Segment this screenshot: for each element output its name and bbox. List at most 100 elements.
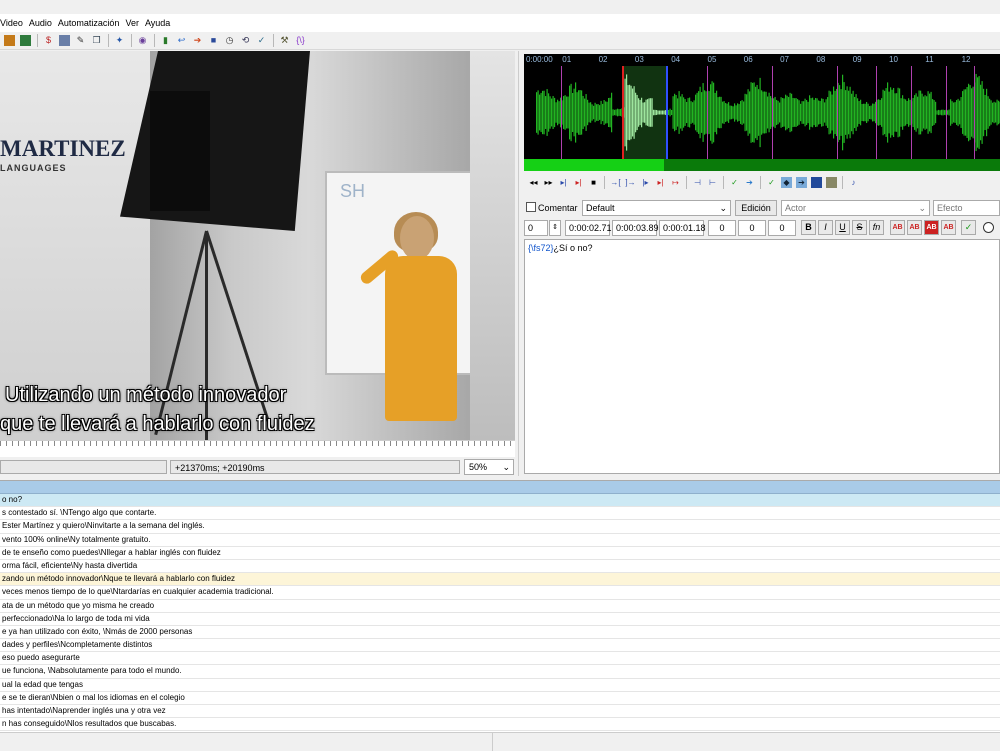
table-row[interactable]: has intentado\Naprender inglés una y otr… (0, 705, 1000, 718)
spectrum-icon[interactable] (811, 177, 822, 188)
waveform-bar (953, 102, 954, 122)
subtitle-text-editor[interactable]: {\fs72}¿Sí o no? (524, 239, 1000, 474)
table-row[interactable]: ue funciona, \Nabsolutamente para todo e… (0, 665, 1000, 678)
waveform-bar (856, 94, 857, 131)
menu-ayuda[interactable]: Ayuda (145, 18, 176, 28)
shuffle-icon[interactable]: ⟲ (240, 35, 251, 46)
dollar-icon[interactable]: $ (43, 35, 54, 46)
effect-field[interactable]: Efecto (933, 200, 1000, 216)
menu-automatizacion[interactable]: Automatización (58, 18, 126, 28)
margin-right-field[interactable]: 0 (738, 220, 766, 236)
video-zoom-select[interactable]: 50%⌄ (464, 459, 514, 475)
waveform-bar (976, 74, 977, 151)
play-to-end-icon[interactable]: ↦ (670, 177, 681, 188)
table-row[interactable]: eso puedo asegurarte (0, 652, 1000, 665)
audio-scrollbar-thumb[interactable] (524, 159, 664, 171)
pencil-icon[interactable]: ✎ (75, 35, 86, 46)
copy-icon[interactable]: ❐ (91, 35, 102, 46)
stop-icon[interactable]: ■ (588, 177, 599, 188)
film-strip-icon[interactable] (20, 35, 31, 46)
menu-ver[interactable]: Ver (125, 18, 145, 28)
selection-start-line[interactable] (622, 66, 624, 159)
waveform-bar (548, 93, 549, 131)
audio-scrollbar[interactable] (524, 159, 1000, 171)
calculator-icon[interactable] (59, 35, 70, 46)
table-row[interactable]: ata de un método que yo misma he creado (0, 600, 1000, 613)
table-row[interactable]: perfeccionado\Na lo largo de toda mi vid… (0, 613, 1000, 626)
play-end-icon[interactable]: ▸| (655, 177, 666, 188)
pane-divider[interactable] (518, 51, 522, 476)
primary-color-button[interactable]: AB (890, 220, 905, 235)
shadow-color-button[interactable]: AB (941, 220, 956, 235)
video-tripod-leg (205, 231, 208, 440)
circle-icon[interactable]: ◉ (137, 35, 148, 46)
start-time-field[interactable]: 0:00:02.71 (565, 220, 610, 236)
play-line-icon[interactable]: ▸| (573, 177, 584, 188)
menu-audio[interactable]: Audio (29, 18, 58, 28)
table-row[interactable]: vento 100% online\Ny totalmente gratuito… (0, 534, 1000, 547)
table-row[interactable]: ual la edad que tengas (0, 679, 1000, 692)
table-row[interactable]: Ester Martínez y quiero\Ninvitarte a la … (0, 520, 1000, 533)
arrow-left-icon[interactable]: ↩ (176, 35, 187, 46)
waveform-bar (893, 88, 894, 137)
play-begin-icon[interactable]: |▸ (640, 177, 651, 188)
lead-in-icon[interactable]: ⊣ (692, 177, 703, 188)
font-button[interactable]: fn (869, 220, 884, 235)
strikeout-button[interactable]: S (852, 220, 867, 235)
video-sync-icon[interactable] (826, 177, 837, 188)
wand-icon[interactable]: ✦ (114, 35, 125, 46)
commit-icon[interactable]: ✓ (961, 220, 976, 235)
table-row[interactable]: n has conseguido\Nlos resultados que bus… (0, 718, 1000, 731)
video-seek-bar[interactable] (0, 440, 515, 457)
play-selection-icon[interactable]: ▸| (558, 177, 569, 188)
table-row[interactable]: dades y perfiles\Ncompletamente distinto… (0, 639, 1000, 652)
video-display[interactable]: MARTINEZ LANGUAGES SH Utilizando un méto… (0, 51, 515, 440)
commit-icon[interactable]: ✓ (729, 177, 740, 188)
arrow-right-icon[interactable]: ➔ (192, 35, 203, 46)
time-radio[interactable] (983, 222, 994, 233)
menu-video[interactable]: Video (0, 18, 29, 28)
table-row[interactable]: o no? (0, 494, 1000, 507)
hammer-icon[interactable]: ⚒ (279, 35, 290, 46)
check-list-icon[interactable]: ✓ (256, 35, 267, 46)
audio-waveform-display[interactable]: 0:00:00010203040506070809101112 (524, 54, 1000, 171)
fit-icon[interactable]: ▮ (160, 35, 171, 46)
italic-button[interactable]: I (818, 220, 833, 235)
end-time-field[interactable]: 0:00:03.89 (612, 220, 657, 236)
auto-scroll-icon[interactable]: ◆ (781, 177, 792, 188)
layer-spinner[interactable]: ⇕ (549, 220, 561, 236)
table-row[interactable]: de te enseño como puedes\Nllegar a habla… (0, 547, 1000, 560)
auto-next-icon[interactable]: ➔ (796, 177, 807, 188)
margin-left-field[interactable]: 0 (708, 220, 736, 236)
auto-commit-icon[interactable]: ✓ (766, 177, 777, 188)
table-row[interactable]: e ya han utilizado con éxito, \Nmás de 2… (0, 626, 1000, 639)
bold-button[interactable]: B (801, 220, 816, 235)
layer-field[interactable]: 0 (524, 220, 548, 236)
film-icon[interactable] (4, 35, 15, 46)
underline-button[interactable]: U (835, 220, 850, 235)
edit-style-button[interactable]: Edición (735, 200, 777, 216)
karaoke-icon[interactable]: ♪ (848, 177, 859, 188)
actor-select[interactable]: Actor⌄ (781, 200, 930, 216)
play-before-icon[interactable]: →[ (610, 177, 621, 188)
table-row[interactable]: veces menos tiempo de lo que\Ntardarías … (0, 586, 1000, 599)
play-prev-icon[interactable]: ◂◂ (528, 177, 539, 188)
play-after-icon[interactable]: ]→ (625, 177, 636, 188)
outline-color-button[interactable]: AB (924, 220, 939, 235)
duration-field[interactable]: 0:00:01.18 (659, 220, 704, 236)
brace-icon[interactable]: {\} (295, 35, 306, 46)
secondary-color-button[interactable]: AB (907, 220, 922, 235)
selection-end-line[interactable] (666, 66, 668, 159)
margin-vertical-field[interactable]: 0 (768, 220, 796, 236)
table-row[interactable]: e se te dieran\Nbien o mal los idiomas e… (0, 692, 1000, 705)
lead-out-icon[interactable]: ⊢ (707, 177, 718, 188)
stop-icon[interactable]: ■ (208, 35, 219, 46)
clock-icon[interactable]: ◷ (224, 35, 235, 46)
play-next-icon[interactable]: ▸▸ (543, 177, 554, 188)
table-row[interactable]: s contestado sí. \NTengo algo que contar… (0, 507, 1000, 520)
comment-checkbox[interactable] (526, 202, 536, 212)
style-select[interactable]: Default⌄ (582, 200, 731, 216)
table-row[interactable]: orma fácil, eficiente\Ny hasta divertida (0, 560, 1000, 573)
go-next-icon[interactable]: ➔ (744, 177, 755, 188)
table-row[interactable]: zando un método innovador\Nque te llevar… (0, 573, 1000, 586)
